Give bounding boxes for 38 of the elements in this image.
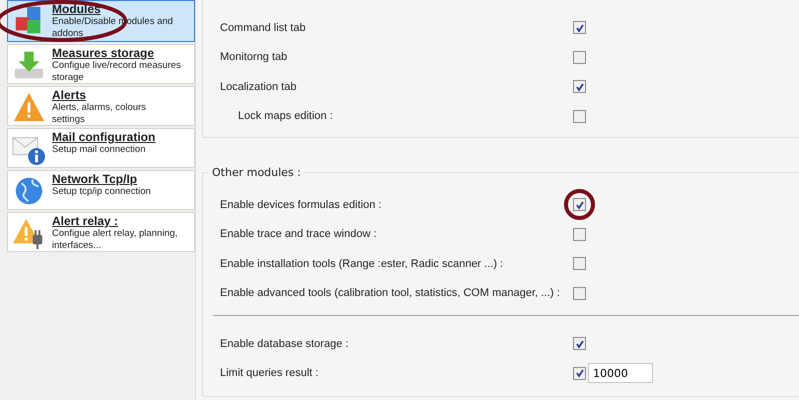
option-label: Localization tab [220,80,298,93]
option-label: Command list tab [220,22,307,34]
option-label: Limit queries result : [220,367,320,380]
item-title: Network Tcp/Ip [52,172,138,186]
option-label: Enable trace and trace window : [220,228,378,240]
checkbox[interactable] [573,337,586,350]
item-title: Modules [52,2,102,16]
checkbox[interactable] [573,50,586,64]
group-title: Other modules : [209,166,304,179]
sidebar-item[interactable]: Alert relay : Configue alert relay, planning, interfaces... [7,212,195,252]
sidebar-item[interactable]: Alerts Alerts, alarms, colours settings [7,86,195,126]
item-description: Alerts, alarms, colours settings [52,102,147,125]
item-description: Setup mail connection [52,144,146,156]
checkbox[interactable] [573,198,586,212]
checkbox[interactable] [573,80,586,94]
option-label: Enable devices formulas edition : [220,198,382,211]
option-label: Monitorng tab [220,51,288,64]
sidebar-item[interactable]: Mail configuration Setup mail connection [7,128,195,168]
option-label: Enable installation tools (Range :ester, Radic scanner ...) : [220,258,504,270]
option-label: Lock maps edition : [238,110,334,122]
checkbox[interactable] [573,110,586,123]
sidebar-item[interactable]: Network Tcp/Ip Setup tcp/ip connection [7,170,195,210]
item-title: Alerts [52,88,88,102]
item-title: Alert relay : [52,214,120,228]
checkbox[interactable] [573,21,586,34]
option-label: Enable database storage : [220,338,350,350]
item-description: Setup tcp/ip connection [52,186,152,198]
item-title: Measures storage [52,46,156,60]
checkbox[interactable] [573,228,586,241]
limit-input[interactable]: 10000 [588,363,653,384]
item-title: Mail configuration [52,130,156,144]
item-description: Configue live/record measures storage [52,60,182,83]
checkbox[interactable] [573,257,586,270]
sidebar-item[interactable]: Measures storage Configue live/record measures storage [7,44,195,84]
checkbox[interactable] [573,286,586,300]
checkbox[interactable] [573,366,586,380]
item-description: Configue alert relay, planning, interfaces... [52,228,179,251]
option-label: Enable advanced tools (calibration tool, statistics, COM manager, ...) : [220,287,561,300]
